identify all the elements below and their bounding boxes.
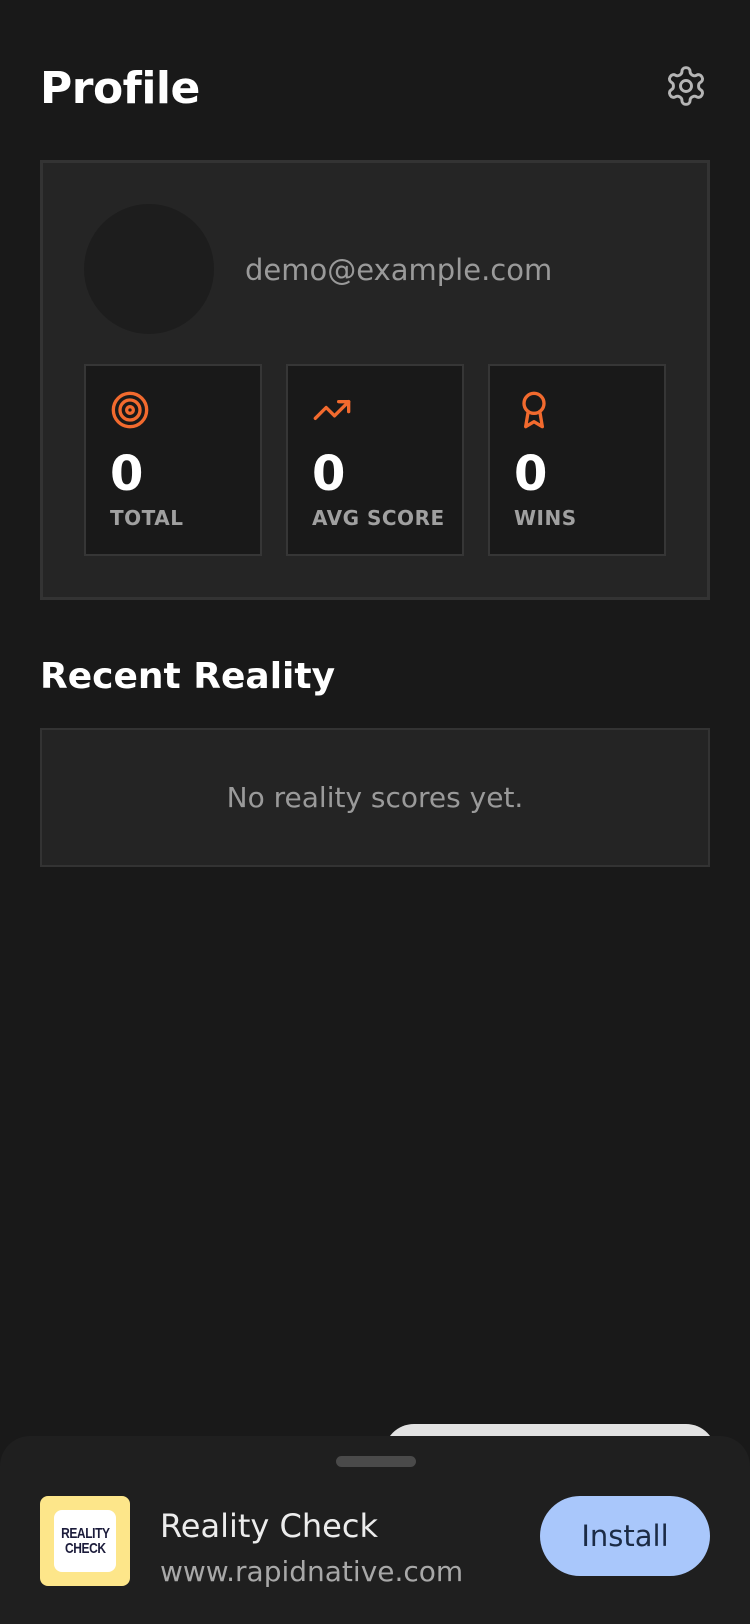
app-name: Reality Check (160, 1507, 378, 1545)
app-logo-text: REALITY CHECK (60, 1525, 110, 1557)
app-url: www.rapidnative.com (160, 1555, 464, 1588)
stat-value: 0 (514, 446, 548, 502)
recent-empty-state: No reality scores yet. (40, 728, 710, 867)
stat-card-wins: 0 WINS (488, 364, 666, 556)
recent-reality-heading: Recent Reality (40, 656, 336, 697)
empty-state-text: No reality scores yet. (226, 781, 524, 814)
profile-card: demo@example.com 0 TOTAL 0 AVG SCORE 0 W… (40, 160, 710, 600)
stat-label: WINS (514, 506, 577, 530)
app-icon: REALITY CHECK (40, 1496, 130, 1586)
avatar[interactable] (84, 204, 214, 334)
award-icon (522, 391, 546, 429)
stat-value: 0 (110, 446, 144, 502)
header: Profile (40, 58, 710, 120)
install-button[interactable]: Install (540, 1496, 710, 1576)
page-title: Profile (40, 63, 200, 114)
stat-value: 0 (312, 446, 346, 502)
gear-icon (668, 66, 704, 106)
stat-label: TOTAL (110, 506, 184, 530)
stat-card-avg-score: 0 AVG SCORE (286, 364, 464, 556)
target-icon (111, 391, 149, 429)
stat-card-total: 0 TOTAL (84, 364, 262, 556)
drag-handle[interactable] (336, 1456, 416, 1467)
app-logo: REALITY CHECK (54, 1510, 116, 1572)
settings-button[interactable] (662, 62, 710, 110)
stat-label: AVG SCORE (312, 506, 445, 530)
user-email: demo@example.com (245, 253, 553, 287)
trending-up-icon (313, 400, 351, 420)
install-banner: REALITY CHECK Reality Check www.rapidnat… (0, 1436, 750, 1624)
